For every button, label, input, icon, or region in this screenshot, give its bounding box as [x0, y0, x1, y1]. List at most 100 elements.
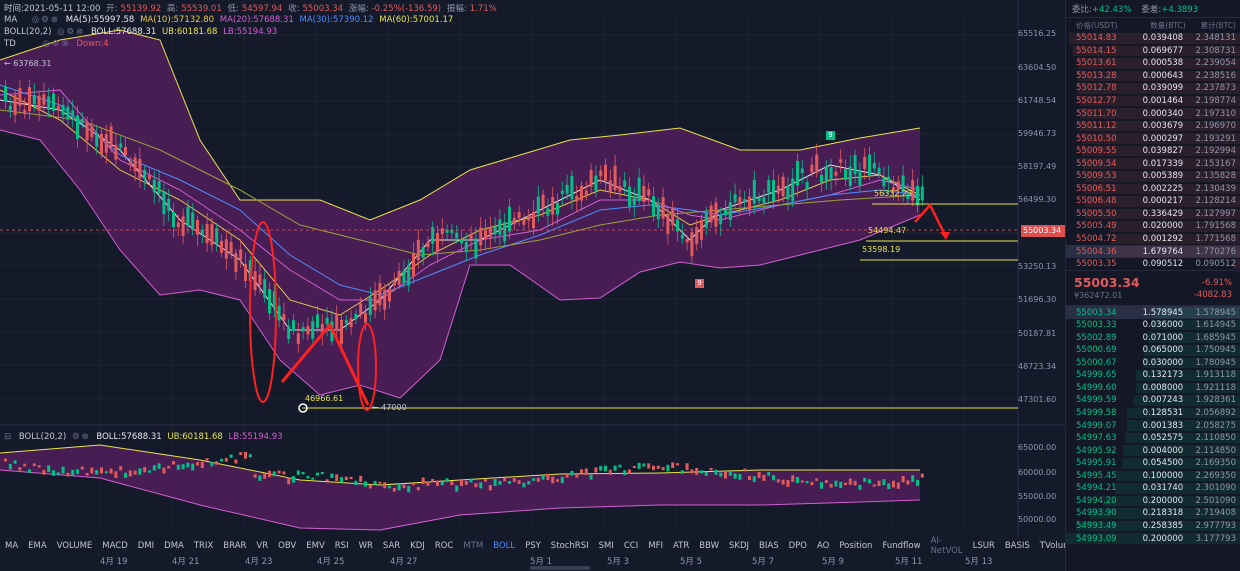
- indicator-bias[interactable]: BIAS: [754, 541, 784, 551]
- ask-row[interactable]: 55013.28 0.000643 2.238516: [1066, 70, 1240, 83]
- indicator-roc[interactable]: ROC: [430, 541, 459, 551]
- indicator-wr[interactable]: WR: [354, 541, 378, 551]
- bid-row[interactable]: 55003.34 1.578945 1.578945: [1066, 306, 1240, 319]
- ask-row[interactable]: 55014.15 0.069677 2.308731: [1066, 45, 1240, 58]
- indicator-psy[interactable]: PSY: [520, 541, 546, 551]
- ask-row[interactable]: 55014.83 0.039408 2.348131: [1066, 32, 1240, 45]
- bid-row[interactable]: 54993.09 0.200000 3.177793: [1066, 532, 1240, 545]
- indicator-lsur[interactable]: LSUR: [968, 541, 1000, 551]
- indicator-ema[interactable]: EMA: [23, 541, 52, 551]
- indicator-position[interactable]: Position: [834, 541, 877, 551]
- ask-row[interactable]: 55003.35 0.090512 0.090512: [1066, 258, 1240, 271]
- indicator-basis[interactable]: BASIS: [1000, 541, 1035, 551]
- bid-row[interactable]: 54997.63 0.052575 2.110850: [1066, 432, 1240, 445]
- indicator-settings-icon[interactable]: ◎⚙⊗: [32, 15, 60, 25]
- bid-row[interactable]: 54994.20 0.200000 2.501090: [1066, 495, 1240, 508]
- ask-row[interactable]: 55009.53 0.005389 2.135828: [1066, 170, 1240, 183]
- indicator-stochrsi[interactable]: StochRSI: [546, 541, 594, 551]
- bid-row[interactable]: 54993.49 0.258385 2.977793: [1066, 520, 1240, 533]
- kline-canvas[interactable]: [0, 0, 1065, 571]
- time-scrollbar[interactable]: [530, 566, 590, 570]
- bid-row[interactable]: 54999.07 0.001383 2.058275: [1066, 419, 1240, 432]
- ask-row[interactable]: 55009.54 0.017339 2.153167: [1066, 157, 1240, 170]
- indicator-ao[interactable]: AO: [812, 541, 834, 551]
- indicator-rsi[interactable]: RSI: [330, 541, 354, 551]
- sub-boll-label[interactable]: BOLL(20,2): [19, 432, 66, 442]
- indicator-bbw[interactable]: BBW: [694, 541, 724, 551]
- bid-row[interactable]: 55000.69 0.065000 1.750945: [1066, 344, 1240, 357]
- bid-row[interactable]: 54999.59 0.007243 1.928361: [1066, 394, 1240, 407]
- boll-label[interactable]: BOLL(20,2): [4, 27, 51, 37]
- bid-row[interactable]: 54995.91 0.054500 2.169350: [1066, 457, 1240, 470]
- ask-row[interactable]: 55013.61 0.000538 2.239054: [1066, 57, 1240, 70]
- td-label[interactable]: TD: [4, 39, 16, 49]
- sub-boll-settings-icon[interactable]: ⚙⊗: [72, 432, 91, 442]
- candle-body: [776, 185, 780, 194]
- indicator-trix[interactable]: TRIX: [189, 541, 218, 551]
- ma-label[interactable]: MA: [4, 15, 17, 25]
- sub-candle: [652, 465, 655, 471]
- ask-row[interactable]: 55011.70 0.000340 2.197310: [1066, 107, 1240, 120]
- bid-row[interactable]: 54994.21 0.031740 2.301090: [1066, 482, 1240, 495]
- bid-row[interactable]: 55003.33 0.036000 1.614945: [1066, 319, 1240, 332]
- candle-body: [714, 202, 718, 227]
- indicator-vr[interactable]: VR: [251, 541, 273, 551]
- indicator-mtm[interactable]: MTM: [458, 541, 488, 551]
- bid-row[interactable]: 55000.67 0.030000 1.780945: [1066, 357, 1240, 370]
- ask-row[interactable]: 55011.12 0.003679 2.196970: [1066, 120, 1240, 133]
- kline-chart[interactable]: 时间:2021-05-11 12:00 开: 55139.92 高: 55539.0…: [0, 0, 1235, 571]
- ask-row[interactable]: 55012.78 0.039099 2.237873: [1066, 82, 1240, 95]
- bid-row[interactable]: 54999.58 0.128531 2.056892: [1066, 407, 1240, 420]
- candle-body: [541, 194, 545, 209]
- collapse-icon[interactable]: ⊟: [4, 432, 13, 442]
- ask-row[interactable]: 55009.55 0.039827 2.192994: [1066, 145, 1240, 158]
- sub-candle: [224, 458, 228, 462]
- bid-row[interactable]: 55002.89 0.071000 1.685945: [1066, 331, 1240, 344]
- indicator-dmi[interactable]: DMI: [133, 541, 159, 551]
- ask-row[interactable]: 55005.50 0.336429 2.127997: [1066, 208, 1240, 221]
- indicator-skdj[interactable]: SKDJ: [724, 541, 754, 551]
- sub-candle: [719, 472, 723, 477]
- indicator-atr[interactable]: ATR: [668, 541, 694, 551]
- indicator-ma[interactable]: MA: [0, 541, 23, 551]
- sub-candle: [148, 470, 151, 473]
- ask-row[interactable]: 55006.51 0.002225 2.130439: [1066, 183, 1240, 196]
- indicator-emv[interactable]: EMV: [301, 541, 330, 551]
- sub-candle: [906, 480, 910, 485]
- indicator-volume[interactable]: VOLUME: [52, 541, 98, 551]
- ask-row[interactable]: 55005.49 0.020000 1.791568: [1066, 220, 1240, 233]
- candle-body: [90, 126, 94, 138]
- indicator-smi[interactable]: SMI: [594, 541, 619, 551]
- indicator-macd[interactable]: MACD: [97, 541, 132, 551]
- row-amount: 0.100000: [1142, 470, 1184, 481]
- candle-body: [28, 87, 31, 112]
- indicator-kdj[interactable]: KDJ: [405, 541, 430, 551]
- indicator-dma[interactable]: DMA: [159, 541, 189, 551]
- ask-row[interactable]: 55006.48 0.000217 2.128214: [1066, 195, 1240, 208]
- boll-settings-icon[interactable]: ◎⚙⊗: [57, 27, 85, 37]
- bid-row[interactable]: 54995.92 0.004000 2.114850: [1066, 444, 1240, 457]
- td-settings-icon[interactable]: ◎⚙⊗: [42, 39, 70, 49]
- sub-candle: [143, 467, 147, 473]
- bid-row[interactable]: 54993.90 0.218318 2.719408: [1066, 507, 1240, 520]
- candle-body: [172, 211, 175, 227]
- indicator-fundflow[interactable]: Fundflow: [877, 541, 925, 551]
- row-price: 55011.70: [1076, 108, 1117, 119]
- indicator-cci[interactable]: CCI: [619, 541, 643, 551]
- sub-candle: [181, 464, 185, 470]
- bid-row[interactable]: 54999.65 0.132173 1.913118: [1066, 369, 1240, 382]
- ask-row[interactable]: 55012.77 0.001464 2.198774: [1066, 95, 1240, 108]
- indicator-sar[interactable]: SAR: [378, 541, 405, 551]
- ask-row[interactable]: 55004.36 1.679764 1.770276: [1066, 245, 1240, 258]
- bid-row[interactable]: 54999.60 0.008000 1.921118: [1066, 382, 1240, 395]
- ask-row[interactable]: 55010.50 0.000297 2.193291: [1066, 132, 1240, 145]
- indicator-brar[interactable]: BRAR: [218, 541, 251, 551]
- ask-row[interactable]: 55004.72 0.001292 1.771568: [1066, 233, 1240, 246]
- sub-candle: [464, 481, 468, 485]
- indicator-mfi[interactable]: MFI: [643, 541, 668, 551]
- indicator-dpo[interactable]: DPO: [784, 541, 812, 551]
- indicator-boll[interactable]: BOLL: [488, 541, 520, 551]
- indicator-obv[interactable]: OBV: [273, 541, 301, 551]
- sub-candle: [868, 479, 871, 484]
- bid-row[interactable]: 54995.45 0.100000 2.269350: [1066, 470, 1240, 483]
